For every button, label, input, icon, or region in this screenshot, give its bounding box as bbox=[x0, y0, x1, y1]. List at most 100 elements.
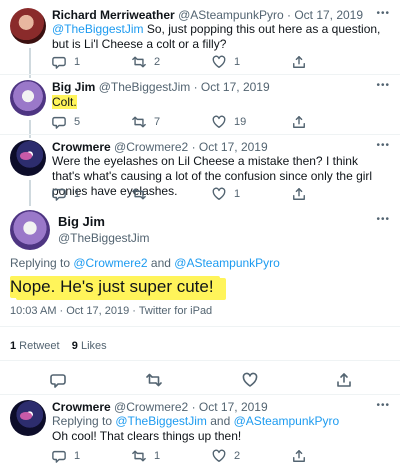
replying-label: Replying to bbox=[10, 256, 74, 270]
tweet-actions: 5 7 19 bbox=[52, 115, 372, 129]
tweet-stats: 1 Retweet 9 Likes bbox=[10, 340, 107, 352]
divider bbox=[0, 394, 400, 395]
reply-icon[interactable] bbox=[50, 372, 66, 388]
retweet-icon bbox=[132, 56, 146, 68]
tweet-actions: 1 1 2 bbox=[52, 449, 372, 463]
reply-button[interactable]: 1 bbox=[52, 55, 132, 69]
reply-count: 1 bbox=[74, 450, 81, 462]
heart-icon bbox=[212, 55, 226, 68]
thread-line bbox=[29, 180, 31, 206]
author-name[interactable]: Crowmere bbox=[52, 140, 111, 154]
avatar[interactable] bbox=[10, 210, 50, 250]
heart-icon bbox=[212, 187, 226, 200]
divider bbox=[0, 74, 400, 75]
share-button[interactable] bbox=[292, 115, 372, 129]
mention-link[interactable]: @ASteampunkPyro bbox=[234, 414, 340, 428]
author-name[interactable]: Crowmere bbox=[52, 400, 111, 414]
retweet-icon bbox=[132, 450, 146, 462]
author-name[interactable]: Richard Merriweather bbox=[52, 8, 175, 22]
more-options-icon[interactable]: ••• bbox=[376, 8, 390, 19]
reply-button[interactable]: 5 bbox=[52, 115, 132, 129]
divider bbox=[0, 360, 400, 361]
avatar[interactable] bbox=[10, 400, 46, 436]
avatar[interactable] bbox=[10, 8, 46, 44]
reply-button[interactable]: 1 bbox=[52, 187, 132, 201]
avatar[interactable] bbox=[10, 80, 46, 116]
author-name[interactable]: Big Jim bbox=[52, 80, 95, 94]
retweet-button[interactable]: 7 bbox=[132, 115, 212, 129]
retweet-icon bbox=[132, 188, 146, 200]
reply-icon bbox=[52, 56, 66, 69]
main-tweet-actions bbox=[0, 372, 400, 390]
heart-icon bbox=[212, 449, 226, 462]
author-handle[interactable]: @Crowmere2 bbox=[114, 140, 188, 154]
like-button[interactable]: 2 bbox=[212, 449, 292, 463]
tweet-date[interactable]: Oct 17, 2019 bbox=[201, 80, 270, 94]
more-options-icon[interactable]: ••• bbox=[376, 214, 390, 225]
author-handle[interactable]: @Crowmere2 bbox=[114, 400, 188, 414]
reply-count: 1 bbox=[74, 56, 81, 68]
tweet-date[interactable]: Oct 17, 2019 bbox=[199, 140, 268, 154]
tweet-text: Oh cool! That clears things up then! bbox=[52, 429, 242, 443]
retweets-stat-label: Retweet bbox=[16, 340, 60, 352]
divider bbox=[0, 326, 400, 327]
like-button[interactable]: 1 bbox=[212, 55, 292, 69]
tweet-header: Crowmere @Crowmere2 · Oct 17, 2019 bbox=[52, 140, 268, 154]
retweet-icon bbox=[132, 116, 146, 128]
like-count: 19 bbox=[234, 116, 247, 128]
more-options-icon[interactable]: ••• bbox=[376, 140, 390, 151]
conjunction: and bbox=[147, 256, 175, 270]
heart-icon[interactable] bbox=[242, 372, 258, 388]
share-icon bbox=[293, 188, 305, 200]
author-handle[interactable]: @ASteampunkPyro bbox=[178, 8, 284, 22]
reply-count: 5 bbox=[74, 116, 81, 128]
likes-stat[interactable]: 9 Likes bbox=[72, 340, 107, 352]
share-button[interactable] bbox=[292, 449, 372, 463]
avatar[interactable] bbox=[10, 140, 46, 176]
tweet-header: Big Jim @TheBiggestJim · Oct 17, 2019 bbox=[52, 80, 270, 94]
separator: · bbox=[191, 140, 196, 154]
reply-count: 1 bbox=[74, 188, 81, 200]
replying-to: Replying to @TheBiggestJim and @ASteampu… bbox=[52, 414, 339, 429]
reply-icon bbox=[52, 450, 66, 463]
retweet-icon[interactable] bbox=[146, 372, 162, 388]
share-icon bbox=[293, 450, 305, 462]
share-button[interactable] bbox=[292, 187, 372, 201]
retweets-stat[interactable]: 1 Retweet bbox=[10, 340, 60, 352]
mention-link[interactable]: @TheBiggestJim bbox=[115, 414, 207, 428]
retweet-button[interactable]: 2 bbox=[132, 55, 212, 69]
tweet-actions: 1 2 1 bbox=[52, 55, 372, 69]
author-handle[interactable]: @TheBiggestJim bbox=[58, 231, 150, 245]
tweet-actions: 1 1 bbox=[52, 187, 372, 201]
more-options-icon[interactable]: ••• bbox=[376, 400, 390, 411]
reply-button[interactable]: 1 bbox=[52, 449, 132, 463]
retweet-button[interactable] bbox=[132, 187, 212, 201]
like-count: 2 bbox=[234, 450, 241, 462]
share-icon bbox=[293, 116, 305, 128]
mention-link[interactable]: @Crowmere2 bbox=[73, 256, 147, 270]
mention-link[interactable]: @TheBiggestJim bbox=[52, 22, 144, 36]
author-handle[interactable]: @TheBiggestJim bbox=[99, 80, 191, 94]
more-options-icon[interactable]: ••• bbox=[376, 80, 390, 91]
mention-link[interactable]: @ASteampunkPyro bbox=[174, 256, 280, 270]
like-button[interactable]: 1 bbox=[212, 187, 292, 201]
share-icon[interactable] bbox=[336, 372, 352, 388]
replying-to: Replying to @Crowmere2 and @ASteampunkPy… bbox=[10, 256, 280, 270]
reply-icon bbox=[52, 188, 66, 201]
tweet-header: Crowmere @Crowmere2 · Oct 17, 2019 bbox=[52, 400, 268, 414]
author-name[interactable]: Big Jim bbox=[58, 214, 105, 229]
heart-icon bbox=[212, 115, 226, 128]
like-button[interactable]: 19 bbox=[212, 115, 292, 129]
tweet-date[interactable]: Oct 17, 2019 bbox=[294, 8, 363, 22]
separator: · bbox=[193, 80, 198, 94]
share-icon bbox=[293, 56, 305, 68]
tweet-date[interactable]: Oct 17, 2019 bbox=[199, 400, 268, 414]
reply-icon bbox=[52, 116, 66, 129]
divider bbox=[0, 134, 400, 135]
tweet-text: Colt. bbox=[52, 95, 77, 110]
like-count: 1 bbox=[234, 188, 241, 200]
share-button[interactable] bbox=[292, 55, 372, 69]
tweet-timestamp[interactable]: 10:03 AM · Oct 17, 2019 · Twitter for iP… bbox=[10, 305, 212, 317]
like-count: 1 bbox=[234, 56, 241, 68]
retweet-button[interactable]: 1 bbox=[132, 449, 212, 463]
